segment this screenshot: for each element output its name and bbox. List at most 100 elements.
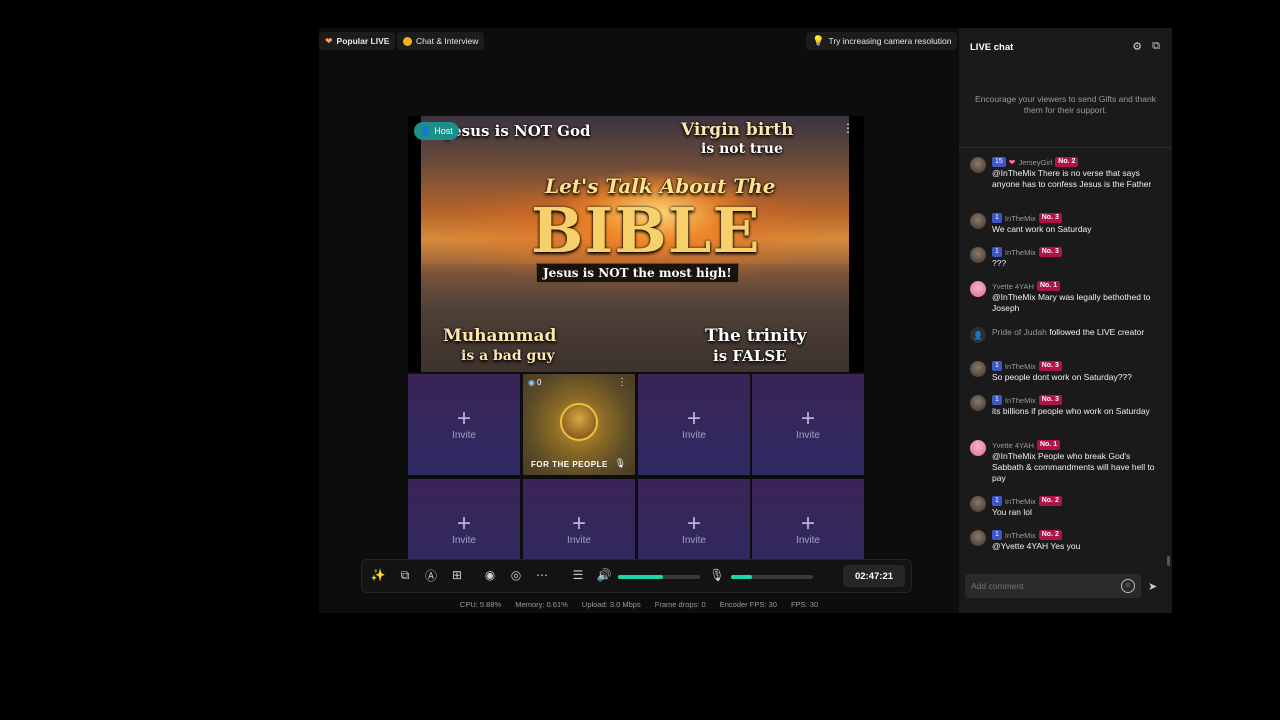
screen-share-icon[interactable]: ⧉ bbox=[397, 567, 413, 583]
record-icon[interactable]: ◉ bbox=[482, 567, 498, 583]
ai-effects-icon[interactable]: Ⓐ bbox=[423, 567, 439, 583]
popular-live-pill[interactable]: ❤ Popular LIVE bbox=[319, 32, 396, 50]
user-follow-icon: 👤 bbox=[973, 330, 983, 340]
invite-label: Invite bbox=[567, 535, 591, 546]
plus-icon: + bbox=[686, 405, 701, 432]
add-source-icon[interactable]: ⊞ bbox=[449, 567, 465, 583]
thumb-banner: Jesus is NOT the most high! bbox=[536, 263, 739, 283]
username[interactable]: Yvette 4YAH bbox=[992, 282, 1034, 291]
message-text: @InTheMix Mary was legally bethothed to … bbox=[992, 292, 1151, 313]
rank-badge: No. 2 bbox=[1038, 530, 1062, 540]
magic-wand-icon[interactable]: ✨ bbox=[370, 567, 386, 583]
camera-tip-pill[interactable]: 💡 Try increasing camera resolution bbox=[806, 32, 958, 50]
chat-interview-label: Chat & Interview bbox=[416, 36, 479, 46]
plus-icon: + bbox=[571, 510, 586, 537]
volume-slider[interactable] bbox=[618, 575, 700, 579]
plus-icon: + bbox=[800, 510, 815, 537]
memory-stat: Memory: 0.61% bbox=[515, 600, 568, 609]
user-icon: 👤 bbox=[420, 125, 432, 136]
invite-label: Invite bbox=[796, 535, 820, 546]
guest-grid: + Invite ◉ 0 ⋮ FOR THE PEOPLE 🎙 + Invite… bbox=[408, 374, 864, 581]
host-more-icon[interactable]: ⋮ bbox=[842, 122, 854, 134]
microphone-icon[interactable]: 🎙 bbox=[709, 567, 725, 583]
level-badge: 15 bbox=[992, 157, 1006, 167]
control-toolbar: ✨ ⧉ Ⓐ ⊞ ◉ ◎ ⋯ ☰ 🔊 🎙 02:47:21 bbox=[361, 559, 912, 593]
capture-icon[interactable]: ◎ bbox=[508, 567, 524, 583]
username[interactable]: Pride of Judah bbox=[992, 327, 1047, 337]
gear-icon[interactable]: ⚙ bbox=[1132, 40, 1142, 53]
live-chat-panel: LIVE chat ⚙ ⧉ Encourage your viewers to … bbox=[959, 28, 1172, 613]
encourage-gifts-text: Encourage your viewers to send Gifts and… bbox=[959, 86, 1172, 148]
message-text: ??? bbox=[992, 258, 1007, 268]
speaker-icon[interactable]: 🔊 bbox=[596, 567, 612, 583]
username[interactable]: InTheMix bbox=[1005, 497, 1036, 506]
thumb-text-top-right-2: is not true bbox=[701, 141, 783, 157]
frame-drops-stat: Frame drops: 0 bbox=[654, 600, 706, 609]
settings-sliders-icon[interactable]: ☰ bbox=[570, 567, 586, 583]
guest-more-icon[interactable]: ⋮ bbox=[617, 377, 627, 388]
avatar bbox=[970, 213, 986, 229]
plus-icon: + bbox=[800, 405, 815, 432]
comment-input[interactable] bbox=[965, 574, 1127, 598]
stage: Jesus is NOT God Virgin birth is not tru… bbox=[319, 56, 959, 613]
avatar: 👤 bbox=[970, 327, 986, 343]
level-badge: 1 bbox=[992, 213, 1002, 223]
invite-slot[interactable]: + Invite bbox=[752, 374, 864, 475]
rank-badge: No. 1 bbox=[1036, 440, 1061, 450]
mic-icon: 🎙 bbox=[614, 458, 626, 468]
message-text: @InTheMix There is no verse that says an… bbox=[992, 168, 1152, 189]
camera-tip-label: Try increasing camera resolution bbox=[828, 36, 952, 46]
rank-badge: No. 2 bbox=[1055, 157, 1079, 167]
heart-icon: ❤ bbox=[325, 35, 333, 46]
thumb-text-top-left: Jesus is NOT God bbox=[445, 122, 591, 140]
username[interactable]: Yvette 4YAH bbox=[992, 441, 1034, 450]
chat-scrollbar[interactable] bbox=[1167, 556, 1170, 566]
emoji-icon[interactable]: ☺ bbox=[1121, 579, 1135, 593]
invite-label: Invite bbox=[452, 430, 476, 441]
top-bar: ❤ Popular LIVE Chat & Interview 💡 Try in… bbox=[319, 28, 959, 56]
rank-badge: No. 3 bbox=[1038, 247, 1062, 257]
live-studio-window: ❤ Popular LIVE Chat & Interview 💡 Try in… bbox=[319, 28, 1172, 613]
level-badge: 1 bbox=[992, 247, 1002, 257]
chat-messages: 15 ❤ JerseyGirl No. 2 @InTheMix There is… bbox=[959, 153, 1165, 563]
invite-slot[interactable]: + Invite bbox=[638, 374, 750, 475]
invite-slot[interactable]: + Invite bbox=[408, 374, 520, 475]
avatar bbox=[970, 157, 986, 173]
mic-level-slider[interactable] bbox=[731, 575, 813, 579]
username[interactable]: InTheMix bbox=[1005, 214, 1036, 223]
chat-title: LIVE chat bbox=[970, 42, 1014, 53]
invite-label: Invite bbox=[682, 535, 706, 546]
message-text: We cant work on Saturday bbox=[992, 224, 1092, 234]
chat-interview-pill[interactable]: Chat & Interview bbox=[397, 32, 485, 50]
stats-bar: CPU: 5.88% Memory: 0.61% Upload: 3.0 Mbp… bbox=[319, 600, 959, 609]
host-video[interactable]: Jesus is NOT God Virgin birth is not tru… bbox=[408, 116, 864, 372]
level-badge: 1 bbox=[992, 496, 1002, 506]
message-text: @InTheMix People who break God's Sabbath… bbox=[992, 451, 1155, 483]
host-badge: 👤 Host bbox=[414, 122, 459, 140]
guest-viewer-count: ◉ 0 bbox=[528, 378, 542, 387]
rank-badge: No. 3 bbox=[1038, 395, 1062, 405]
level-badge: 1 bbox=[992, 530, 1002, 540]
plus-icon: + bbox=[456, 405, 471, 432]
popout-icon[interactable]: ⧉ bbox=[1152, 40, 1160, 53]
thumb-text-bottom-right-2: is FALSE bbox=[713, 347, 787, 365]
rank-badge: No. 3 bbox=[1038, 213, 1062, 223]
send-icon[interactable]: ➤ bbox=[1148, 580, 1160, 593]
rank-badge: No. 3 bbox=[1038, 361, 1062, 371]
live-timer: 02:47:21 bbox=[843, 565, 905, 587]
username[interactable]: InTheMix bbox=[1005, 531, 1036, 540]
username[interactable]: InTheMix bbox=[1005, 396, 1036, 405]
username[interactable]: JerseyGirl bbox=[1019, 158, 1053, 167]
thumb-text-script: Let's Talk About The bbox=[545, 174, 776, 198]
username[interactable]: InTheMix bbox=[1005, 248, 1036, 257]
guest-tile[interactable]: ◉ 0 ⋮ FOR THE PEOPLE 🎙 bbox=[523, 374, 635, 475]
message-text: @Yvette 4YAH Yes you bbox=[992, 541, 1081, 551]
thumb-text-top-right-1: Virgin birth bbox=[681, 120, 794, 140]
heart-icon: ❤ bbox=[1008, 157, 1016, 167]
invite-label: Invite bbox=[682, 430, 706, 441]
comment-composer: ☺ bbox=[965, 574, 1141, 598]
message-text: You ran lol bbox=[992, 507, 1032, 517]
username[interactable]: InTheMix bbox=[1005, 362, 1036, 371]
more-icon[interactable]: ⋯ bbox=[534, 567, 550, 583]
avatar bbox=[970, 247, 986, 263]
